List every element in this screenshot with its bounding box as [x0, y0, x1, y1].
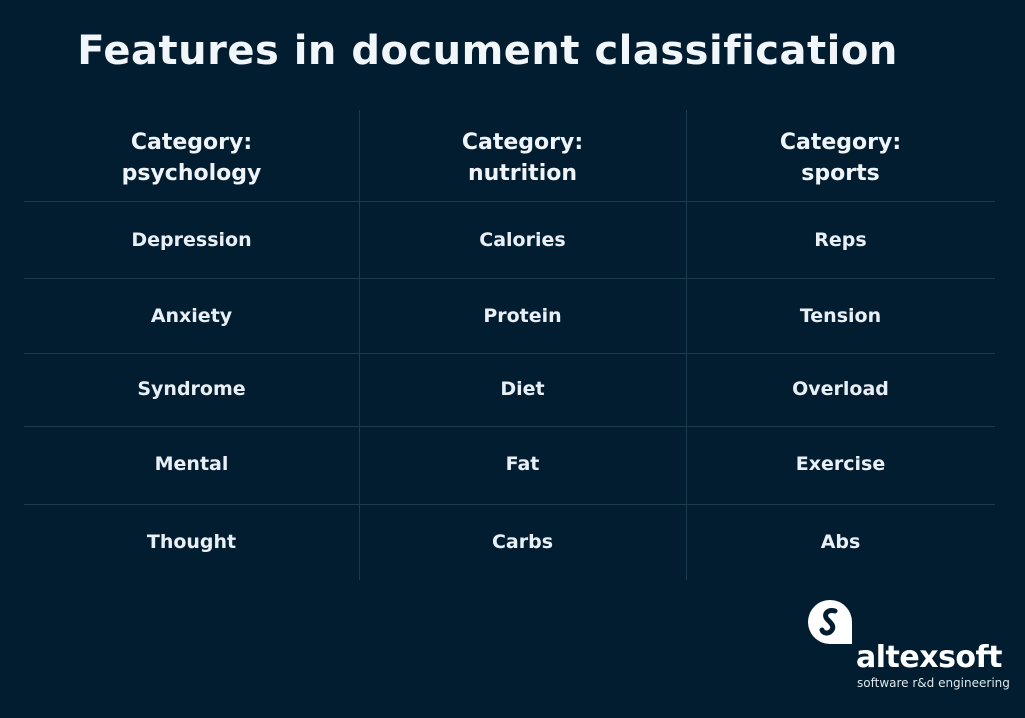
table-cell: Exercise — [795, 453, 886, 475]
table-cell: Mental — [154, 453, 229, 475]
header-line: Category: — [779, 130, 902, 155]
header-line: Category: — [461, 130, 584, 155]
table-cell: Calories — [479, 229, 566, 251]
row-divider — [24, 201, 995, 202]
table-cell: Abs — [820, 531, 861, 553]
column-header-psychology: Category: psychology — [24, 127, 359, 189]
table-cell: Protein — [483, 305, 562, 327]
row-divider — [24, 426, 995, 427]
table-cell: Anxiety — [150, 305, 233, 327]
table-cell: Overload — [792, 378, 889, 400]
header-line: Category: — [130, 130, 253, 155]
row-divider — [24, 353, 995, 354]
row-divider — [24, 278, 995, 279]
table-cell: Tension — [799, 305, 882, 327]
page-title: Features in document classification — [77, 28, 898, 74]
row-divider — [24, 504, 995, 505]
table-cell: Syndrome — [137, 378, 246, 400]
altexsoft-logo-icon — [806, 598, 854, 650]
header-category: nutrition — [467, 161, 578, 186]
table-cell: Thought — [146, 531, 237, 553]
column-header-sports: Category: sports — [686, 127, 995, 189]
table-cell: Carbs — [491, 531, 554, 553]
table-cell: Diet — [500, 378, 545, 400]
column-header-nutrition: Category: nutrition — [359, 127, 686, 189]
table-cell: Depression — [131, 229, 252, 251]
brand-tagline: software r&d engineering — [857, 676, 1010, 690]
header-category: psychology — [121, 161, 262, 186]
table-cell: Reps — [814, 229, 867, 251]
table-cell: Fat — [505, 453, 540, 475]
brand-name: altexsoft — [856, 640, 1002, 675]
header-category: sports — [801, 161, 880, 186]
